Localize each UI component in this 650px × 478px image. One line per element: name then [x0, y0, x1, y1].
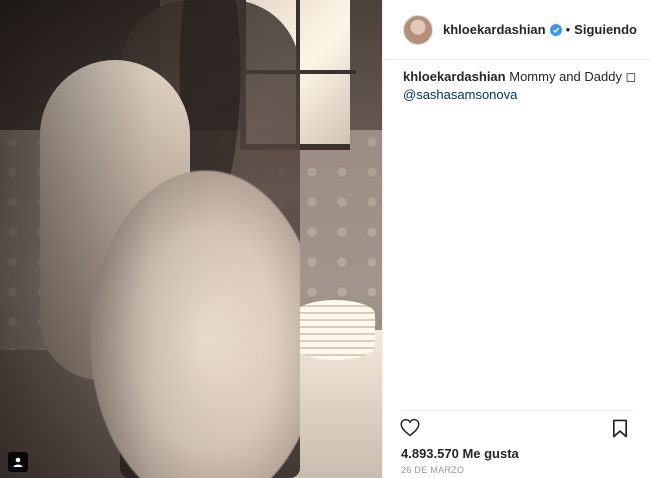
actions-divider	[403, 410, 633, 411]
likes-count[interactable]: 4.893.570 Me gusta	[401, 446, 519, 461]
bookmark-icon[interactable]	[612, 419, 628, 443]
photo-shadow	[0, 0, 382, 478]
post-sidebar: khloekardashian • Siguiendo khloekardash…	[382, 0, 650, 478]
post-caption: khloekardashian Mommy and Daddy ◻ @sasha…	[403, 68, 638, 104]
caption-text: Mommy and Daddy ◻	[509, 69, 637, 84]
post-date: 26 DE MARZO	[401, 465, 465, 475]
verified-badge-icon	[549, 23, 562, 36]
following-button[interactable]: Siguiendo	[574, 22, 637, 37]
separator-dot: •	[565, 22, 571, 37]
header-username[interactable]: khloekardashian	[443, 22, 546, 37]
user-tag-icon[interactable]	[8, 452, 28, 472]
avatar[interactable]	[403, 14, 433, 45]
heart-icon[interactable]	[400, 418, 420, 442]
caption-mention-link[interactable]: @sashasamsonova	[403, 86, 638, 104]
post-header: khloekardashian • Siguiendo	[383, 0, 650, 60]
post-photo[interactable]	[0, 0, 382, 478]
caption-username[interactable]: khloekardashian	[403, 69, 506, 84]
instagram-post: khloekardashian • Siguiendo khloekardash…	[0, 0, 650, 478]
